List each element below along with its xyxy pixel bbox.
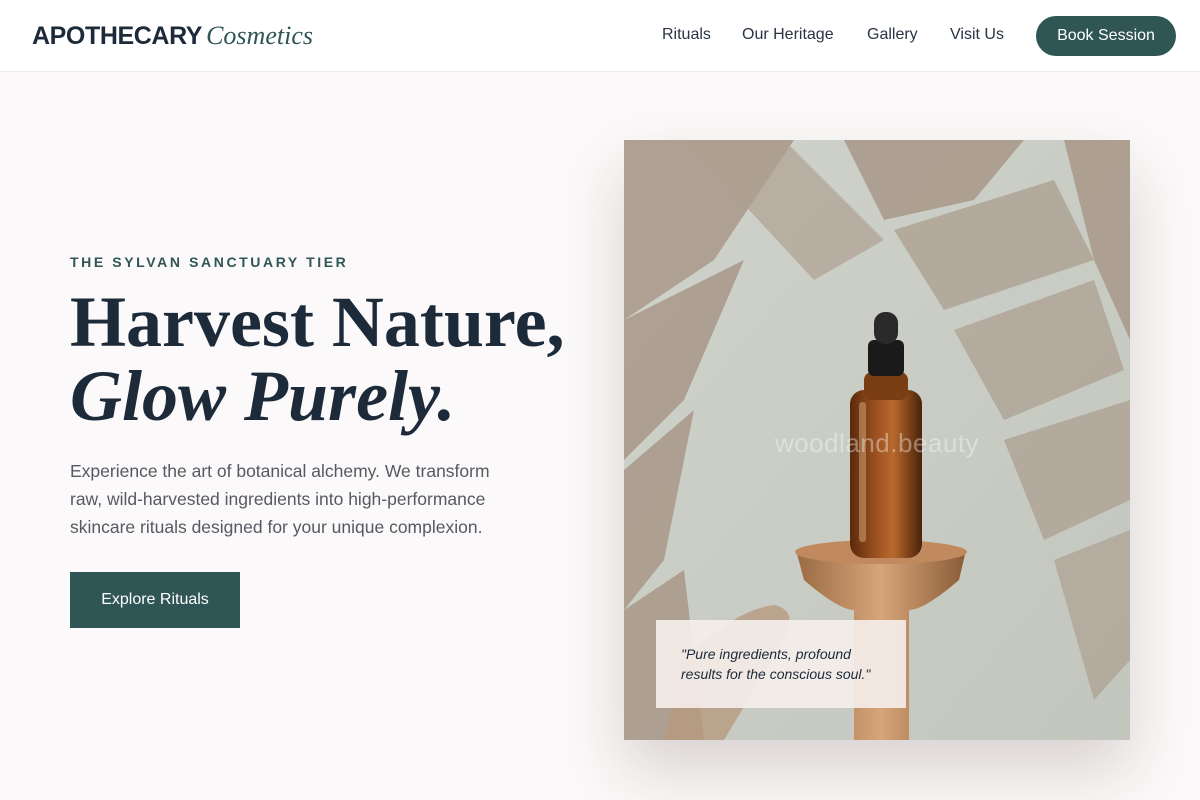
nav-link-our-heritage[interactable]: Our Heritage bbox=[742, 25, 834, 45]
brand-logo[interactable]: APOTHECARY Cosmetics bbox=[32, 21, 313, 51]
explore-rituals-button[interactable]: Explore Rituals bbox=[70, 572, 240, 628]
headline-line-2: Glow Purely. bbox=[70, 356, 456, 436]
logo-subtitle: Cosmetics bbox=[206, 21, 313, 50]
nav-link-rituals[interactable]: Rituals bbox=[662, 25, 711, 45]
hero-eyebrow: THE SYLVAN SANCTUARY TIER bbox=[70, 254, 349, 270]
testimonial-quote-card: "Pure ingredients, profound results for … bbox=[656, 620, 906, 708]
logo-wordmark: APOTHECARY bbox=[32, 22, 203, 50]
hero-description: Experience the art of botanical alchemy.… bbox=[70, 461, 490, 537]
book-session-button[interactable]: Book Session bbox=[1036, 16, 1176, 56]
testimonial-quote: "Pure ingredients, profound results for … bbox=[681, 646, 871, 682]
hero-headline: Harvest Nature, Glow Purely. bbox=[70, 286, 565, 432]
nav-link-gallery[interactable]: Gallery bbox=[867, 25, 918, 45]
hero-image: woodland.beauty "Pure ingredients, profo… bbox=[624, 140, 1130, 740]
headline-line-1: Harvest Nature, bbox=[70, 282, 565, 362]
image-watermark: woodland.beauty bbox=[774, 428, 980, 458]
site-header: APOTHECARY Cosmetics Rituals Our Heritage… bbox=[0, 0, 1200, 72]
nav-link-visit-us[interactable]: Visit Us bbox=[950, 25, 1004, 45]
